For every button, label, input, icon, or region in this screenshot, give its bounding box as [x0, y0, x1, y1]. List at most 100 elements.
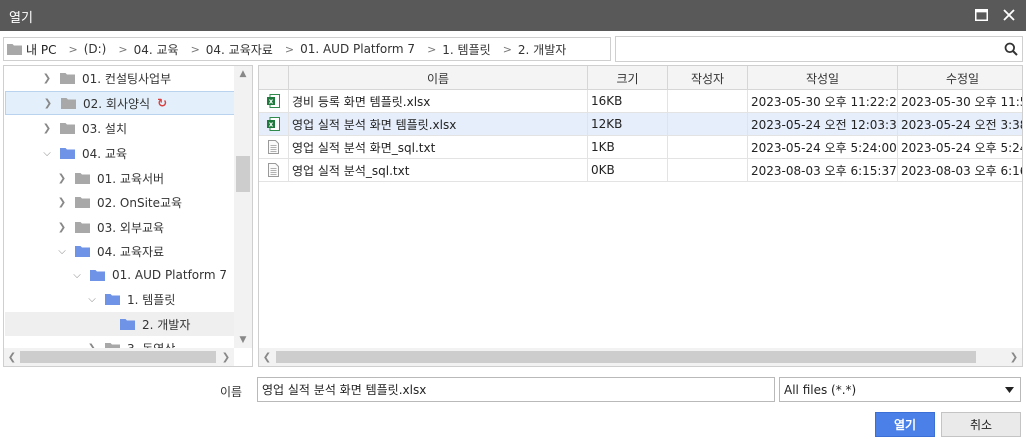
file-row[interactable]: x 영업 실적 분석 화면 템플릿.xlsx 12KB 2023-05-24 오…: [259, 113, 1022, 136]
folder-icon: [75, 197, 90, 208]
chevron-down-icon[interactable]: ⌵: [55, 246, 69, 257]
file-list-horizontal-scrollbar[interactable]: ❮ ❯: [259, 348, 1022, 366]
chevron-down-icon[interactable]: ⌵: [70, 270, 84, 281]
tree-item-label: 02. 회사양식: [83, 96, 151, 111]
scroll-right-icon[interactable]: ❯: [1006, 348, 1022, 366]
excel-icon: x: [267, 117, 280, 131]
maximize-button[interactable]: [970, 4, 992, 26]
tree-horizontal-scrollbar[interactable]: ❮ ❯: [4, 348, 234, 366]
file-modified: 2023-08-03 오후 6:16: [898, 159, 1022, 181]
tree-item-label: 01. AUD Platform 7: [112, 268, 228, 282]
file-name: 영업 실적 분석 화면_sql.txt: [289, 136, 588, 158]
tree-item[interactable]: ❯ 01. 컨설팅사업부: [5, 66, 235, 90]
file-created: 2023-08-03 오후 6:15:37: [748, 159, 898, 181]
tree-item-label: 1. 템플릿: [127, 292, 176, 307]
cancel-button[interactable]: 취소: [941, 412, 1021, 437]
scroll-right-icon[interactable]: ❯: [218, 348, 234, 366]
tree-item-label: 01. 컨설팅사업부: [82, 71, 172, 86]
column-header[interactable]: [259, 66, 289, 90]
scroll-up-icon[interactable]: ▲: [234, 66, 252, 82]
tree-item[interactable]: ❯ 01. 교육서버: [5, 166, 235, 190]
column-header[interactable]: 수정일: [898, 66, 1022, 90]
scrollbar-thumb[interactable]: [236, 156, 250, 192]
close-icon: [1003, 9, 1015, 21]
file-name-input[interactable]: [257, 377, 775, 402]
chevron-right-icon[interactable]: ❯: [55, 173, 69, 184]
breadcrumb-item[interactable]: >2. 개발자: [491, 41, 567, 58]
tree-item[interactable]: ⌵ 04. 교육: [5, 141, 235, 165]
breadcrumb: 내 PC > (D:) >04. 교육 >04. 교육자료 >01. AUD Pl…: [3, 37, 611, 61]
folder-open-icon: [60, 148, 75, 159]
file-created: 2023-05-30 오후 11:22:26: [748, 90, 898, 112]
file-size: 12KB: [588, 113, 668, 135]
file-type-value: All files (*.*): [784, 382, 857, 397]
close-button[interactable]: [998, 4, 1020, 26]
tree-vertical-scrollbar[interactable]: ▲ ▼: [234, 66, 252, 348]
tree-item[interactable]: ❯ 02. OnSite교육: [5, 190, 235, 214]
breadcrumb-root[interactable]: 내 PC: [7, 41, 56, 58]
tree-item[interactable]: ❯ 02. 회사양식 ↻: [5, 91, 235, 115]
search-icon[interactable]: [1004, 42, 1018, 56]
tree-item[interactable]: ⌵ 04. 교육자료: [5, 239, 235, 263]
column-header[interactable]: 작성일: [748, 66, 898, 90]
chevron-right-icon[interactable]: ❯: [55, 197, 69, 208]
file-author: [668, 159, 748, 181]
folder-icon: [60, 123, 75, 134]
folder-icon: [75, 173, 90, 184]
file-size: 0KB: [588, 159, 668, 181]
file-type-select[interactable]: All files (*.*): [779, 377, 1021, 402]
refresh-icon[interactable]: ↻: [157, 96, 167, 110]
chevron-right-icon[interactable]: ❯: [41, 98, 55, 109]
scroll-left-icon[interactable]: ❮: [259, 348, 275, 366]
breadcrumb-root-label: 내 PC: [26, 42, 57, 57]
file-modified: 2023-05-24 오후 5:24: [898, 136, 1022, 158]
search-input[interactable]: [616, 37, 996, 61]
tree-item[interactable]: ❯ 03. 설치: [5, 116, 235, 140]
file-author: [668, 90, 748, 112]
folder-icon: [75, 222, 90, 233]
chevron-right-icon[interactable]: ❯: [55, 222, 69, 233]
breadcrumb-item[interactable]: >1. 템플릿: [415, 41, 491, 58]
folder-open-icon: [90, 270, 105, 281]
tree-item[interactable]: 2. 개발자: [5, 312, 235, 336]
tree-item[interactable]: ⌵ 01. AUD Platform 7: [5, 263, 235, 287]
file-row[interactable]: x 경비 등록 화면 템플릿.xlsx 16KB 2023-05-30 오후 1…: [259, 90, 1022, 113]
file-list: 이름 크기 작성자 작성일 수정일 x 경비 등록 화면 템플릿.xlsx 16…: [258, 65, 1023, 367]
file-row[interactable]: 영업 실적 분석_sql.txt 0KB 2023-08-03 오후 6:15:…: [259, 159, 1022, 182]
scrollbar-thumb[interactable]: [276, 351, 976, 363]
file-size: 16KB: [588, 90, 668, 112]
file-created: 2023-05-24 오전 12:03:35: [748, 113, 898, 135]
column-header[interactable]: 크기: [588, 66, 668, 90]
file-row[interactable]: 영업 실적 분석 화면_sql.txt 1KB 2023-05-24 오후 5:…: [259, 136, 1022, 159]
scroll-down-icon[interactable]: ▼: [234, 332, 252, 348]
column-header[interactable]: 이름: [289, 66, 588, 90]
chevron-down-icon[interactable]: ⌵: [85, 294, 99, 305]
open-button[interactable]: 열기: [875, 412, 935, 437]
breadcrumb-item[interactable]: >01. AUD Platform 7: [273, 42, 415, 56]
scroll-left-icon[interactable]: ❮: [4, 348, 20, 366]
tree-item-label: 02. OnSite교육: [97, 195, 183, 210]
maximize-icon: [974, 9, 988, 21]
scrollbar-thumb[interactable]: [20, 351, 216, 363]
title-bar: 열기: [0, 0, 1026, 31]
breadcrumb-item[interactable]: > (D:): [62, 42, 106, 56]
breadcrumb-item[interactable]: >04. 교육자료: [179, 41, 273, 58]
breadcrumb-item[interactable]: >04. 교육: [106, 41, 178, 58]
chevron-right-icon[interactable]: ❯: [40, 123, 54, 134]
chevron-down-icon[interactable]: ⌵: [40, 148, 54, 159]
folder-icon: [7, 44, 22, 55]
chevron-right-icon[interactable]: ❯: [40, 73, 54, 84]
chevron-right-icon: >: [190, 42, 200, 56]
file-size: 1KB: [588, 136, 668, 158]
file-modified: 2023-05-24 오전 3:38: [898, 113, 1022, 135]
tree-item-label: 03. 설치: [82, 121, 127, 136]
column-header[interactable]: 작성자: [668, 66, 748, 90]
text-file-icon: [268, 163, 279, 177]
tree-item[interactable]: ⌵ 1. 템플릿: [5, 287, 235, 311]
tree-item-label: 03. 외부교육: [97, 220, 165, 235]
chevron-right-icon: >: [284, 42, 295, 56]
window-title: 열기: [9, 11, 33, 26]
svg-text:x: x: [269, 98, 274, 106]
tree-item[interactable]: ❯ 03. 외부교육: [5, 215, 235, 239]
file-list-header: 이름 크기 작성자 작성일 수정일: [259, 66, 1022, 90]
